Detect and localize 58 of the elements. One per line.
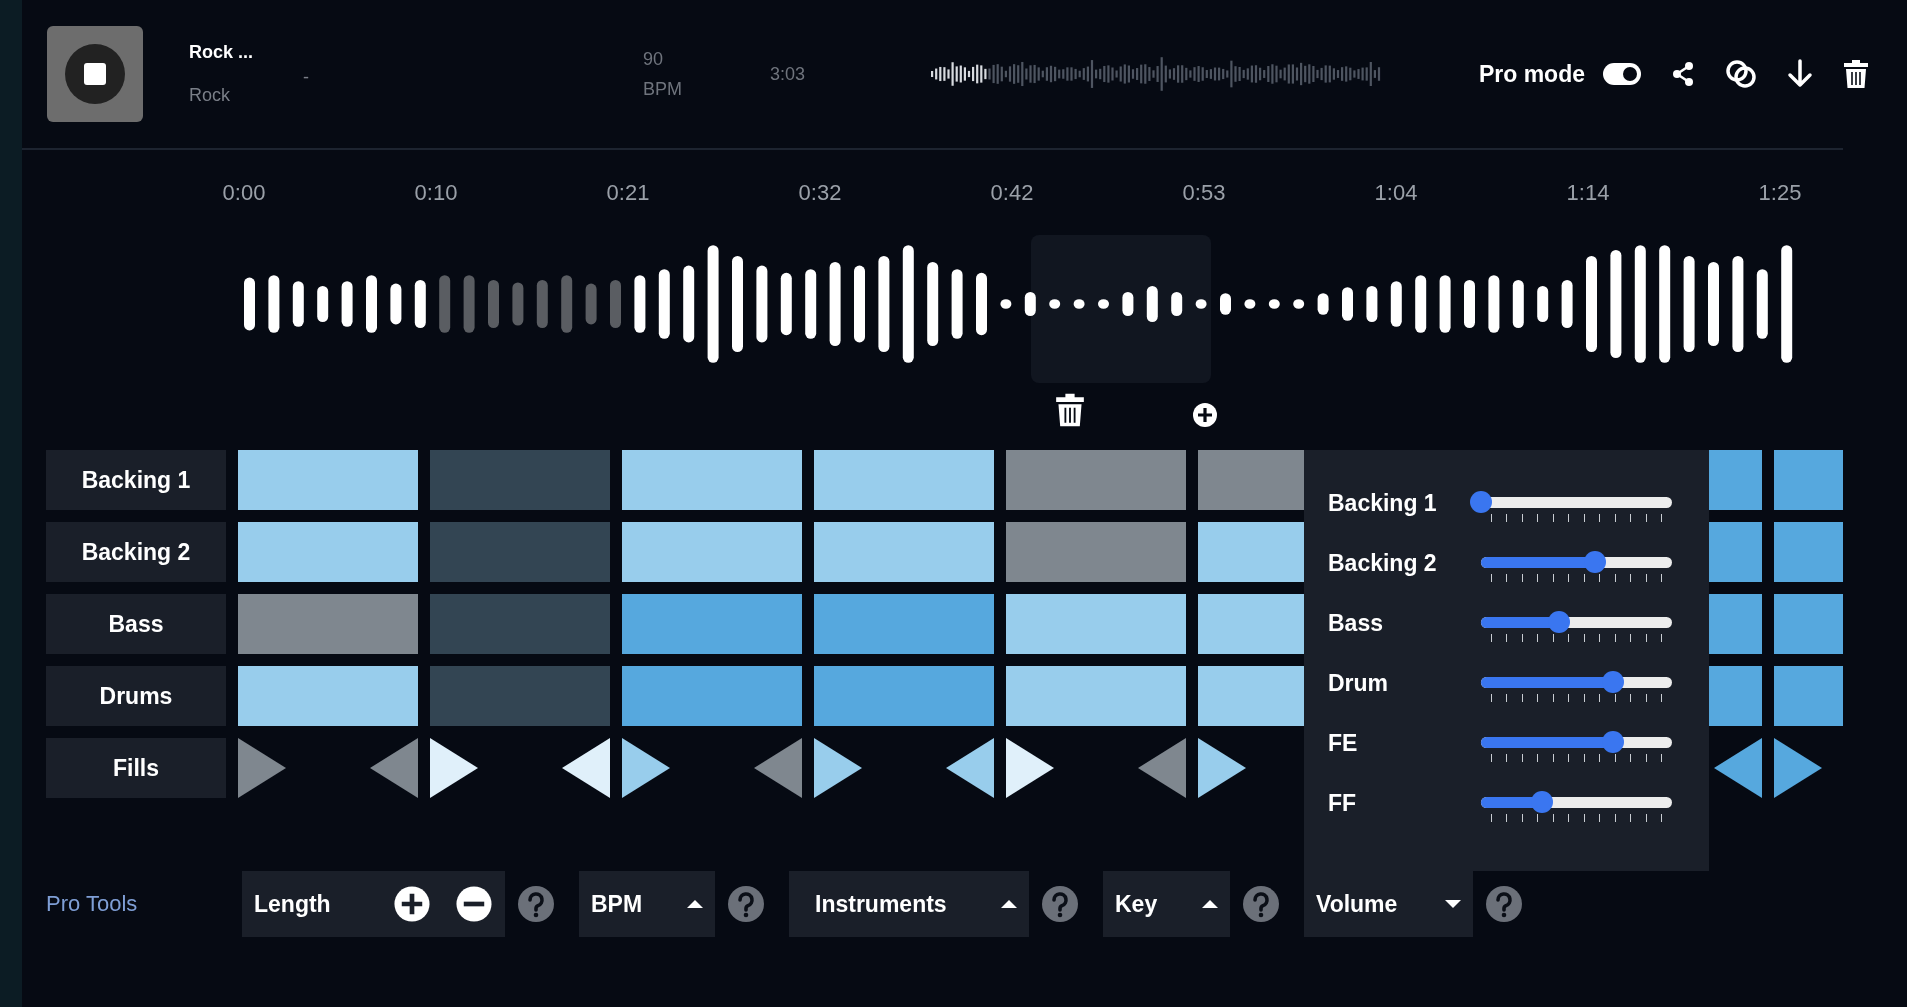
download-icon[interactable] — [1787, 59, 1813, 89]
help-icon[interactable] — [727, 885, 765, 923]
linked-circles-icon[interactable] — [1725, 59, 1757, 89]
fill-start-triangle-icon[interactable] — [430, 738, 478, 798]
time-tick-label: 0:42 — [989, 180, 1035, 206]
control-label: Length — [254, 890, 331, 918]
fill-start-triangle-icon[interactable] — [1198, 738, 1246, 798]
pro-tools-link[interactable]: Pro Tools — [46, 891, 242, 917]
channel-label: Bass — [1328, 609, 1384, 637]
fill-start-triangle-icon[interactable] — [238, 738, 286, 798]
selection-region[interactable] — [1031, 235, 1211, 383]
dropdown-button[interactable]: Volume — [1304, 871, 1473, 937]
add-icon[interactable] — [1192, 402, 1218, 428]
plus-icon[interactable] — [393, 885, 431, 923]
time-tick-label: 0:21 — [605, 180, 651, 206]
channel-label: Drum — [1328, 669, 1390, 697]
fill-end-triangle-icon[interactable] — [946, 738, 994, 798]
help-icon[interactable] — [1485, 885, 1523, 923]
time-tick-label: 0:00 — [221, 180, 267, 206]
track-label: Bass — [46, 594, 226, 654]
trash-icon[interactable] — [1055, 392, 1085, 428]
pro-mode-toggle[interactable] — [1603, 63, 1641, 85]
help-icon[interactable] — [517, 885, 555, 923]
fill-start-triangle-icon[interactable] — [1006, 738, 1054, 798]
tempo-label: 90 BPM — [643, 48, 683, 101]
track-title: Rock ... — [189, 42, 255, 63]
track-label: Fills — [46, 738, 226, 798]
stop-icon[interactable] — [65, 44, 125, 104]
fill-start-triangle-icon[interactable] — [622, 738, 670, 798]
fill-end-triangle-icon[interactable] — [1714, 738, 1762, 798]
time-tick-label: 0:53 — [1181, 180, 1227, 206]
minus-icon[interactable] — [455, 885, 493, 923]
help-icon[interactable] — [1242, 885, 1280, 923]
fill-start-triangle-icon[interactable] — [814, 738, 862, 798]
channel-label: FF — [1328, 789, 1358, 817]
fill-end-triangle-icon[interactable] — [562, 738, 610, 798]
time-tick-label: 0:10 — [413, 180, 459, 206]
genre-label: Rock — [189, 85, 231, 106]
time-tick-label: 1:25 — [1757, 180, 1803, 206]
time-tick-label: 1:14 — [1565, 180, 1611, 206]
dropdown-button[interactable]: Key — [1103, 871, 1230, 937]
artist-label: - — [303, 65, 310, 88]
dropdown-button[interactable]: Instruments — [789, 871, 1029, 937]
track-label: Backing 2 — [46, 522, 226, 582]
time-tick-label: 0:32 — [797, 180, 843, 206]
dropdown-button[interactable]: BPM — [579, 871, 715, 937]
time-tick-label: 1:04 — [1373, 180, 1419, 206]
track-label: Drums — [46, 666, 226, 726]
duration-label: 3:03 — [770, 63, 807, 85]
share-icon[interactable] — [1671, 61, 1695, 87]
track-label: Backing 1 — [46, 450, 226, 510]
trash-icon[interactable] — [1843, 59, 1869, 89]
channel-label: Backing 2 — [1328, 549, 1438, 577]
channel-label: FE — [1328, 729, 1359, 757]
fill-start-triangle-icon[interactable] — [1774, 738, 1822, 798]
help-icon[interactable] — [1041, 885, 1079, 923]
channel-label: Backing 1 — [1328, 489, 1438, 517]
pro-mode-label: Pro mode — [1478, 60, 1585, 88]
